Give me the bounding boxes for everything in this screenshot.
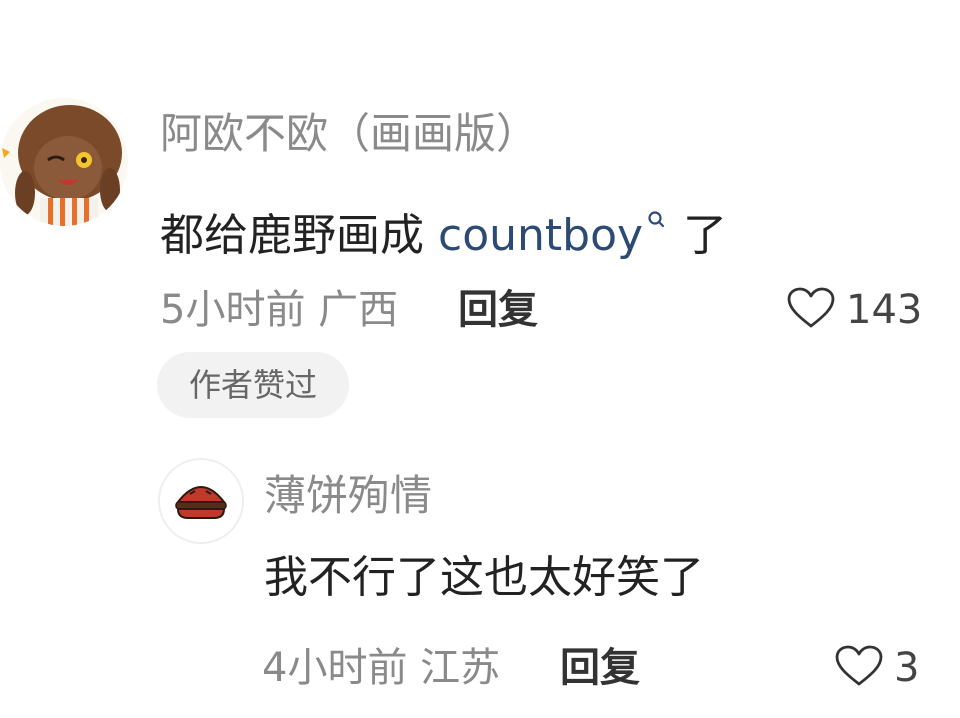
avatar-illustration — [0, 98, 128, 226]
reply-avatar[interactable] — [158, 458, 244, 544]
reply-reply-button[interactable]: 回复 — [560, 643, 640, 693]
heart-outline-icon — [786, 286, 836, 334]
reply-meta: 4小时前 江苏 — [262, 643, 500, 693]
reply-time: 4小时前 — [262, 645, 408, 691]
comment-meta: 5小时前 广西 — [160, 285, 398, 335]
reply-like-count: 3 — [894, 645, 920, 691]
comment-text: 都给鹿野画成 countboy 了 — [160, 190, 727, 264]
reply-username[interactable]: 薄饼殉情 — [264, 470, 432, 522]
burger-icon — [160, 460, 242, 542]
comment-text-after: 了 — [683, 210, 728, 261]
reply-location: 江苏 — [420, 645, 501, 691]
comment-username[interactable]: 阿欧不欧（画画版） — [160, 108, 538, 160]
comment-time: 5小时前 — [160, 287, 306, 333]
search-icon[interactable] — [647, 190, 665, 228]
mention-link[interactable]: countboy — [438, 210, 643, 261]
heart-outline-icon — [834, 644, 884, 692]
author-liked-badge: 作者赞过 — [157, 352, 349, 418]
avatar[interactable] — [0, 98, 128, 226]
reply-like-button[interactable]: 3 — [834, 643, 919, 693]
reply-text: 我不行了这也太好笑了 — [264, 552, 704, 603]
comment-location: 广西 — [318, 287, 399, 333]
like-button[interactable]: 143 — [786, 285, 922, 335]
reply-button[interactable]: 回复 — [458, 285, 538, 335]
like-count: 143 — [846, 287, 923, 333]
comment-text-before: 都给鹿野画成 — [160, 210, 438, 261]
